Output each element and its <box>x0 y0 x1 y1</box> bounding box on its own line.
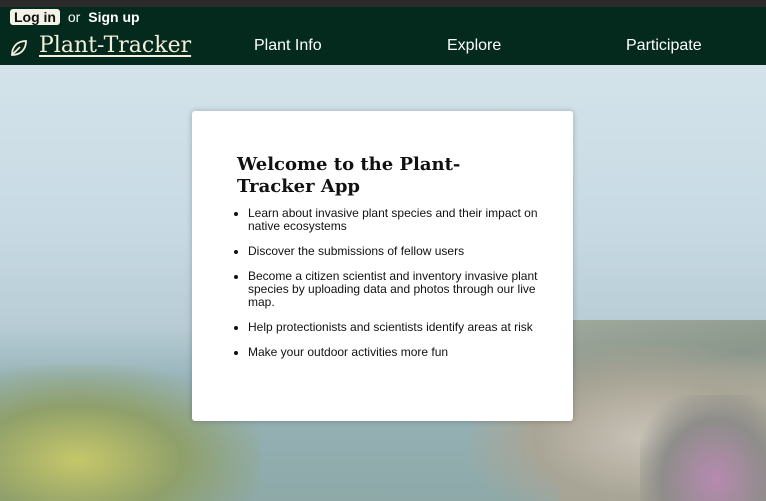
list-item: Make your outdoor activities more fun <box>248 346 548 359</box>
list-item: Discover the submissions of fellow users <box>248 245 548 258</box>
top-strip <box>0 0 766 7</box>
nav-participate[interactable]: Participate <box>626 37 702 55</box>
auth-links: Log in or Sign up <box>10 9 140 25</box>
purple-flowers <box>640 395 766 501</box>
welcome-card: Welcome to the Plant-Tracker App Learn a… <box>192 111 573 421</box>
nav-plant-info[interactable]: Plant Info <box>254 37 322 55</box>
or-text: or <box>67 9 81 25</box>
brand[interactable]: Plant-Tracker <box>9 32 191 58</box>
site-header: Log in or Sign up Plant-Tracker Plant In… <box>0 7 766 65</box>
list-item: Learn about invasive plant species and t… <box>248 207 548 233</box>
list-item: Help protectionists and scientists ident… <box>248 321 548 334</box>
feature-list: Learn about invasive plant species and t… <box>233 207 548 371</box>
login-button[interactable]: Log in <box>10 9 60 25</box>
list-item: Become a citizen scientist and inventory… <box>248 270 548 309</box>
welcome-title: Welcome to the Plant-Tracker App <box>237 154 461 197</box>
nav-explore[interactable]: Explore <box>447 37 501 55</box>
leaf-icon <box>11 40 27 56</box>
brand-name-link[interactable]: Plant-Tracker <box>39 33 191 58</box>
signup-link[interactable]: Sign up <box>88 9 139 25</box>
